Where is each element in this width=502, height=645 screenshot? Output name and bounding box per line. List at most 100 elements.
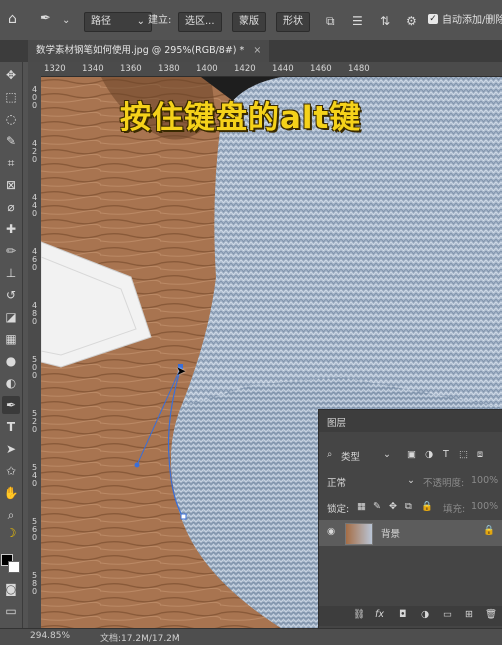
auto-add-delete-label: 自动添加/删除 [442, 15, 502, 26]
eraser-tool-icon[interactable]: ◪ [2, 308, 20, 326]
layers-panel-title[interactable]: 图层 [327, 415, 346, 429]
ruler-label: 1320 [44, 64, 66, 74]
delete-layer-icon[interactable]: 🗑 [485, 609, 497, 620]
ruler-label: 1440 [272, 64, 294, 74]
layers-panel-header: 图层 [319, 410, 502, 432]
edit-toolbar-icon[interactable]: ☽ [2, 524, 20, 542]
path-alignment-icon[interactable]: ☰ [352, 12, 363, 30]
lock-icon: 🔒 [483, 525, 495, 536]
ruler-label: 5 6 0 [31, 517, 38, 542]
ruler-label: 1460 [310, 64, 332, 74]
pen-tool-icon[interactable]: ✒ [40, 10, 51, 28]
image-filter-icon[interactable]: ▣ [407, 449, 416, 460]
lock-row: 锁定: ▦ ✎ ✥ ⧉ 🔒 填充: 100% [319, 498, 502, 518]
marquee-tool-icon[interactable]: ⬚ [2, 88, 20, 106]
lock-label: 锁定: [327, 504, 350, 515]
path-mode-select[interactable]: 路径 ⌄ [84, 12, 152, 32]
ruler-label: 4 2 0 [31, 139, 38, 164]
new-layer-icon[interactable]: ⊞ [465, 609, 473, 620]
selection-button[interactable]: 选区... [178, 12, 222, 32]
blend-mode-select[interactable]: 正常 [327, 475, 346, 489]
path-arrangement-icon[interactable]: ⇅ [380, 12, 390, 30]
gradient-tool-icon[interactable]: ▦ [2, 330, 20, 348]
layer-name[interactable]: 背景 [381, 526, 400, 540]
document-size: 文档:17.2M/17.2M [100, 634, 180, 644]
chevron-down-icon: ⌄ [407, 475, 415, 486]
ruler-label: 1420 [234, 64, 256, 74]
hand-tool-icon[interactable]: ✋ [2, 484, 20, 502]
healing-brush-tool-icon[interactable]: ✚ [2, 220, 20, 238]
lock-position-icon[interactable]: ✥ [389, 501, 397, 512]
options-bar: ⌂ ✒ ⌄ 路径 ⌄ 建立: 选区... 蒙版 形状 ⧉ ☰ ⇅ ⚙ ✓ 自动添加… [0, 0, 502, 41]
blur-tool-icon[interactable]: ● [2, 352, 20, 370]
zoom-level[interactable]: 294.85% [30, 631, 70, 641]
link-layers-icon[interactable]: ⛓ [353, 609, 365, 620]
ruler-label: 1380 [158, 64, 180, 74]
mask-button[interactable]: 蒙版 [232, 12, 266, 32]
lock-pixels-icon[interactable]: ✎ [373, 501, 381, 512]
shape-tool-icon[interactable]: ✩ [2, 462, 20, 480]
history-brush-tool-icon[interactable]: ↺ [2, 286, 20, 304]
path-selection-tool-icon[interactable]: ➤ [2, 440, 20, 458]
ruler-label: 4 8 0 [31, 301, 38, 326]
lasso-tool-icon[interactable]: ◌ [2, 110, 20, 128]
lock-transparency-icon[interactable]: ▦ [357, 501, 366, 512]
type-filter-icon[interactable]: T [443, 449, 449, 460]
clone-stamp-tool-icon[interactable]: ⊥ [2, 264, 20, 282]
screen-mode-icon[interactable]: ▭ [2, 602, 20, 620]
pen-tool-icon[interactable]: ✒ [2, 396, 20, 414]
eye-icon[interactable]: ◉ [327, 526, 335, 537]
blend-row: 正常 ⌄ 不透明度: 100% [319, 472, 502, 492]
frame-tool-icon[interactable]: ⊠ [2, 176, 20, 194]
move-tool-icon[interactable]: ✥ [2, 66, 20, 84]
layer-row-background[interactable]: ◉ 背景 🔒 [319, 520, 502, 546]
gear-icon[interactable]: ⚙ [406, 12, 417, 30]
search-icon: ⌕ [327, 449, 333, 460]
ruler-label: 1340 [82, 64, 104, 74]
fill-value[interactable]: 100% [471, 501, 498, 512]
chevron-down-icon[interactable]: ⌄ [62, 12, 70, 30]
close-icon[interactable]: × [253, 45, 261, 56]
pen-cursor-icon: ➤ [176, 364, 187, 378]
auto-add-delete-checkbox[interactable]: ✓ [428, 14, 438, 24]
document-tab[interactable]: 数学素材钢笔如何使用.jpg @ 295%(RGB/8#) * × [28, 40, 270, 62]
kind-filter-select[interactable]: 类型 [341, 449, 360, 463]
lock-artboard-icon[interactable]: ⧉ [405, 501, 412, 512]
brush-tool-icon[interactable]: ✏ [2, 242, 20, 260]
crop-tool-icon[interactable]: ⌗ [2, 154, 20, 172]
horizontal-ruler[interactable]: 1320 1340 1360 1380 1400 1420 1440 1460 … [28, 62, 502, 77]
ruler-label: 5 2 0 [31, 409, 38, 434]
ruler-label: 5 0 0 [31, 355, 38, 380]
opacity-value[interactable]: 100% [471, 475, 498, 486]
add-mask-icon[interactable]: ◘ [399, 609, 407, 620]
home-icon[interactable]: ⌂ [8, 10, 17, 28]
layer-thumbnail [345, 523, 373, 545]
opacity-label: 不透明度: [423, 478, 465, 489]
adjustment-layer-icon[interactable]: ◑ [421, 609, 429, 620]
quick-mask-icon[interactable]: ◙ [2, 580, 20, 598]
eyedropper-tool-icon[interactable]: ⌀ [2, 198, 20, 216]
quick-select-tool-icon[interactable]: ✎ [2, 132, 20, 150]
vertical-ruler[interactable]: 4 0 0 4 2 0 4 4 0 4 6 0 4 8 0 5 0 0 5 2 … [28, 76, 42, 628]
ruler-label: 4 6 0 [31, 247, 38, 272]
layers-panel: 图层 ⌕ 类型 ⌄ ▣ ◑ T ⬚ ⧈ 正常 ⌄ 不透明度: 100% 锁定: … [318, 409, 502, 629]
type-tool-icon[interactable]: T [2, 418, 20, 436]
ruler-label: 5 8 0 [31, 571, 38, 596]
shape-button[interactable]: 形状 [276, 12, 310, 32]
ruler-label: 4 0 0 [31, 85, 38, 110]
chevron-down-icon: ⌄ [136, 16, 145, 27]
shape-filter-icon[interactable]: ⬚ [459, 449, 468, 460]
tutorial-caption: 按住键盘的alt键 [120, 100, 362, 136]
zoom-tool-icon[interactable]: ⌕ [2, 506, 20, 524]
status-menu-icon[interactable]: › [176, 631, 180, 641]
path-operations-icon[interactable]: ⧉ [326, 12, 335, 30]
document-tab-title: 数学素材钢笔如何使用.jpg @ 295%(RGB/8#) * [36, 45, 245, 56]
dodge-tool-icon[interactable]: ◐ [2, 374, 20, 392]
ruler-label: 5 4 0 [31, 463, 38, 488]
lock-all-icon[interactable]: 🔒 [421, 501, 433, 512]
background-color-swatch[interactable] [8, 561, 20, 573]
layer-style-icon[interactable]: fx [375, 609, 384, 620]
new-group-icon[interactable]: ▭ [443, 609, 452, 620]
smart-object-filter-icon[interactable]: ⧈ [477, 449, 483, 460]
adjustment-filter-icon[interactable]: ◑ [425, 449, 433, 460]
